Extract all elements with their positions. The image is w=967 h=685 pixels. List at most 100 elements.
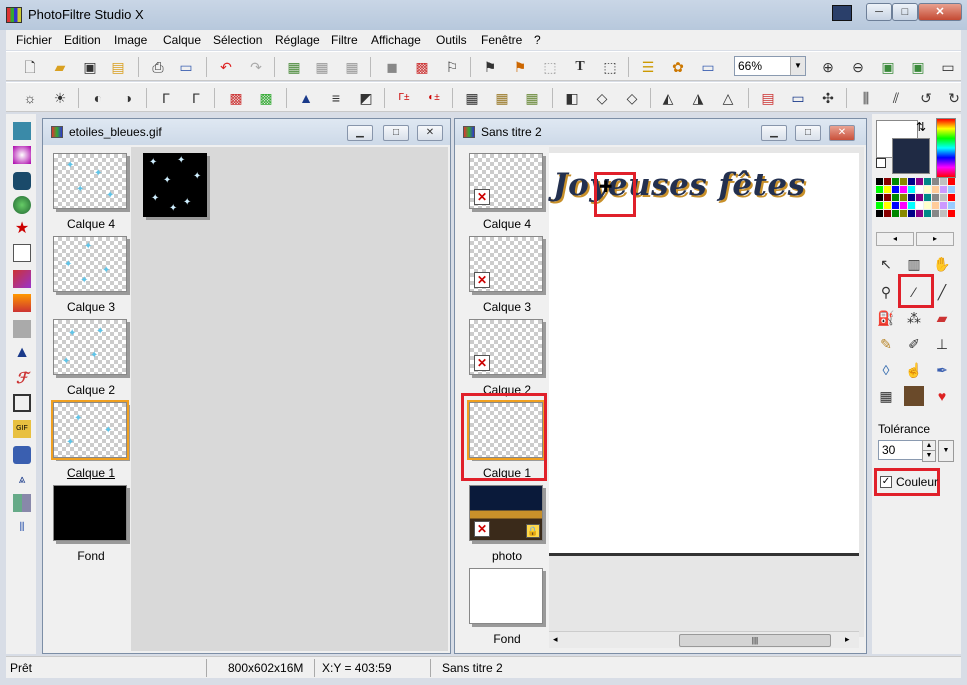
levels-icon[interactable]: ▲	[296, 88, 316, 108]
color-swatch[interactable]	[884, 210, 891, 217]
scan-tool-icon[interactable]: ▥	[904, 254, 924, 274]
invert-icon[interactable]: ◩	[356, 88, 376, 108]
eraser-icon[interactable]: ▰	[932, 308, 952, 328]
glow-icon[interactable]	[13, 146, 31, 164]
smooth-icon[interactable]: ◇	[622, 88, 642, 108]
hidden-layer-icon[interactable]: ✕	[474, 272, 490, 288]
color-swatch[interactable]	[908, 186, 915, 193]
strawberry-icon[interactable]: ♥	[932, 386, 952, 406]
color-swatch[interactable]	[948, 186, 955, 193]
perspective-icon[interactable]: ⩓	[13, 470, 31, 488]
doc-maximize-button[interactable]: □	[795, 125, 821, 141]
page-icon[interactable]	[13, 244, 31, 262]
color-swatch[interactable]	[924, 186, 931, 193]
color-swatch[interactable]	[876, 178, 883, 185]
color-swatch[interactable]	[900, 202, 907, 209]
color-swatch[interactable]	[932, 178, 939, 185]
menu-filtre[interactable]: Filtre	[331, 33, 358, 47]
auto-gamma-icon[interactable]: Γ±	[394, 88, 414, 108]
palette-prev-button[interactable]: ◂	[876, 232, 914, 246]
sharpen-icon[interactable]: ◧	[562, 88, 582, 108]
color-swatch[interactable]	[908, 202, 915, 209]
menu-affichage[interactable]: Affichage	[371, 33, 421, 47]
color-swatch[interactable]	[948, 202, 955, 209]
color-swatch[interactable]	[908, 210, 915, 217]
portrait-icon[interactable]	[904, 386, 924, 406]
close-button[interactable]: ✕	[918, 3, 962, 21]
split-icon[interactable]: ⫴	[13, 518, 31, 536]
monitor-icon[interactable]	[832, 5, 852, 21]
color-swatch[interactable]	[876, 186, 883, 193]
color-swatch[interactable]	[924, 210, 931, 217]
palette-next-button[interactable]: ▸	[916, 232, 954, 246]
scroll-left-icon[interactable]: ◂	[553, 634, 558, 645]
flip-horizontal-icon[interactable]: ⫼	[856, 88, 876, 108]
relief-icon[interactable]: △	[718, 88, 738, 108]
doc-close-button[interactable]: ✕	[829, 125, 855, 141]
menu-fichier[interactable]: Fichier	[16, 33, 52, 47]
gradient-fill-icon[interactable]	[13, 294, 31, 312]
flip-vertical-icon[interactable]: ⫽	[886, 88, 906, 108]
blur-icon[interactable]: ◇	[592, 88, 612, 108]
texture-icon[interactable]: ▦	[492, 88, 512, 108]
minimize-button[interactable]: ─	[866, 3, 892, 21]
gradient-icon[interactable]: ▤	[758, 88, 778, 108]
color-swatch[interactable]	[908, 194, 915, 201]
gamma-up-icon[interactable]: Γ	[186, 88, 206, 108]
menu-selection[interactable]: Sélection	[213, 33, 262, 47]
color-swatch[interactable]	[948, 194, 955, 201]
doc-close-button[interactable]: ✕	[417, 125, 443, 141]
paste-new-icon[interactable]: ▦	[342, 57, 362, 77]
color-swatch[interactable]	[948, 178, 955, 185]
scroll-right-icon[interactable]: ▸	[845, 634, 850, 645]
color-swatch[interactable]	[876, 210, 883, 217]
color-swatch[interactable]	[876, 202, 883, 209]
canvas-area[interactable]: Joyeuses fêtes ✚	[549, 147, 864, 637]
frame-tool-icon[interactable]	[13, 394, 31, 412]
color-swatch[interactable]	[948, 210, 955, 217]
hidden-layer-icon[interactable]: ✕	[474, 189, 490, 205]
palette-icon[interactable]: ▩	[412, 57, 432, 77]
menu-calque[interactable]: Calque	[163, 33, 201, 47]
edges-icon[interactable]: ◮	[688, 88, 708, 108]
color-swatch[interactable]	[940, 210, 947, 217]
hand-icon[interactable]: ✋	[932, 254, 952, 274]
scroll-thumb[interactable]: |||	[679, 634, 831, 647]
menu-edition[interactable]: Edition	[64, 33, 101, 47]
brush-icon[interactable]: ✎	[876, 334, 896, 354]
color-swatch[interactable]	[924, 194, 931, 201]
mosaic-icon[interactable]: ▦	[462, 88, 482, 108]
fullscreen-icon[interactable]: ▭	[938, 57, 958, 77]
brightness-down-icon[interactable]: ☼	[20, 88, 40, 108]
actual-size-icon[interactable]: ▣	[908, 57, 928, 77]
color-swatch[interactable]	[900, 186, 907, 193]
stamp-icon[interactable]: ⊥	[932, 334, 952, 354]
color-swatch[interactable]	[900, 194, 907, 201]
transform-icon[interactable]: ⬚	[600, 57, 620, 77]
tolerance-input[interactable]: 30	[878, 440, 928, 460]
transform-rotate-icon[interactable]: ✣	[818, 88, 838, 108]
menu-help[interactable]: ?	[534, 33, 541, 47]
color-swatch[interactable]	[924, 178, 931, 185]
sphere-icon[interactable]	[13, 196, 31, 214]
color-swatch[interactable]	[916, 186, 923, 193]
color-swatch[interactable]	[916, 178, 923, 185]
color-swatch[interactable]	[908, 178, 915, 185]
eyedropper-icon[interactable]: ⚲	[876, 282, 896, 302]
gamma-down-icon[interactable]: Γ	[156, 88, 176, 108]
save-as-icon[interactable]: ▤	[108, 57, 128, 77]
color-gradient-icon[interactable]	[13, 270, 31, 288]
script-icon[interactable]: ⚑	[510, 57, 530, 77]
warp-icon[interactable]: ▦	[876, 386, 896, 406]
emboss-icon[interactable]: ◭	[658, 88, 678, 108]
chevron-down-icon[interactable]: ▼	[790, 57, 805, 75]
selection-tool-icon[interactable]: ⬚	[540, 57, 560, 77]
line-icon[interactable]: ╱	[932, 282, 952, 302]
font-icon[interactable]: ℱ	[13, 370, 31, 388]
explorer-icon[interactable]: ☰	[638, 57, 658, 77]
background-color-swatch[interactable]	[892, 138, 930, 174]
color-swatch[interactable]	[932, 202, 939, 209]
horizontal-scrollbar[interactable]: ◂ ||| ▸	[549, 631, 859, 648]
blur-drop-icon[interactable]: ◊	[876, 360, 896, 380]
brightness-up-icon[interactable]: ☀	[50, 88, 70, 108]
